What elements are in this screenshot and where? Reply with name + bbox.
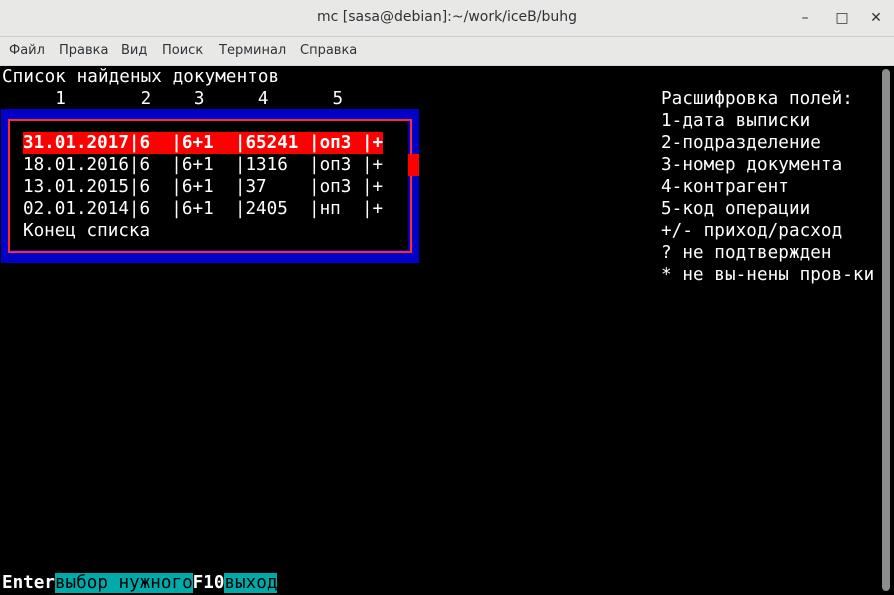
close-icon[interactable]: ✕ — [866, 8, 886, 28]
menu-view[interactable]: Вид — [121, 43, 147, 58]
legend-item: 5-код операции — [661, 199, 811, 219]
key-enter-label[interactable]: выбор нужного — [54, 573, 193, 593]
legend-item: ? не подтвержден — [661, 243, 832, 263]
document-row[interactable]: 13.01.2015|6 |6+1 |37 |оп3 |+ — [23, 176, 383, 198]
terminal-screen[interactable]: Список найденых документов 1 2 3 4 5 31.… — [0, 66, 880, 595]
list-end-text: Конец списка — [23, 221, 151, 241]
menu-file[interactable]: Файл — [9, 43, 45, 58]
scrollbar-thumb[interactable] — [882, 69, 890, 591]
document-row[interactable]: 02.01.2014|6 |6+1 |2405 |нп |+ — [23, 198, 383, 220]
legend-item: +/- приход/расход — [661, 221, 843, 241]
key-f10-label[interactable]: выход — [224, 573, 278, 593]
menu-search[interactable]: Поиск — [162, 43, 203, 58]
legend-item: 1-дата выписки — [661, 111, 811, 131]
window-title: mc [sasa@debian]:~/work/iceB/buhg — [317, 9, 577, 25]
legend-item: 2-подразделение — [661, 133, 821, 153]
column-numbers: 1 2 3 4 5 — [2, 89, 344, 109]
legend-item: * не вы-нены пров-ки — [661, 265, 875, 285]
window-titlebar: mc [sasa@debian]:~/work/iceB/buhg – □ ✕ — [0, 0, 894, 37]
menu-help[interactable]: Справка — [300, 43, 357, 58]
legend-title: Расшифровка полей: — [661, 89, 853, 109]
key-enter[interactable]: Enter — [2, 573, 55, 593]
menu-terminal[interactable]: Терминал — [219, 43, 286, 58]
screen-heading: Список найденых документов — [2, 67, 280, 87]
list-scroll-marker — [408, 154, 419, 176]
menu-bar: Файл Правка Вид Поиск Терминал Справка — [0, 37, 894, 66]
maximize-icon[interactable]: □ — [832, 8, 852, 28]
document-row-selected[interactable]: 31.01.2017|6 |6+1 |65241 |оп3 |+ — [23, 132, 384, 154]
minimize-icon[interactable]: – — [795, 8, 815, 28]
legend-item: 3-номер документа — [661, 155, 843, 175]
menu-edit[interactable]: Правка — [59, 43, 108, 58]
legend-item: 4-контрагент — [661, 177, 789, 197]
key-f10[interactable]: F10 — [193, 573, 225, 593]
terminal-scrollbar[interactable] — [880, 66, 894, 595]
document-row[interactable]: 18.01.2016|6 |6+1 |1316 |оп3 |+ — [23, 154, 383, 176]
function-key-bar: Enterвыбор нужногоF10выход — [2, 572, 278, 594]
